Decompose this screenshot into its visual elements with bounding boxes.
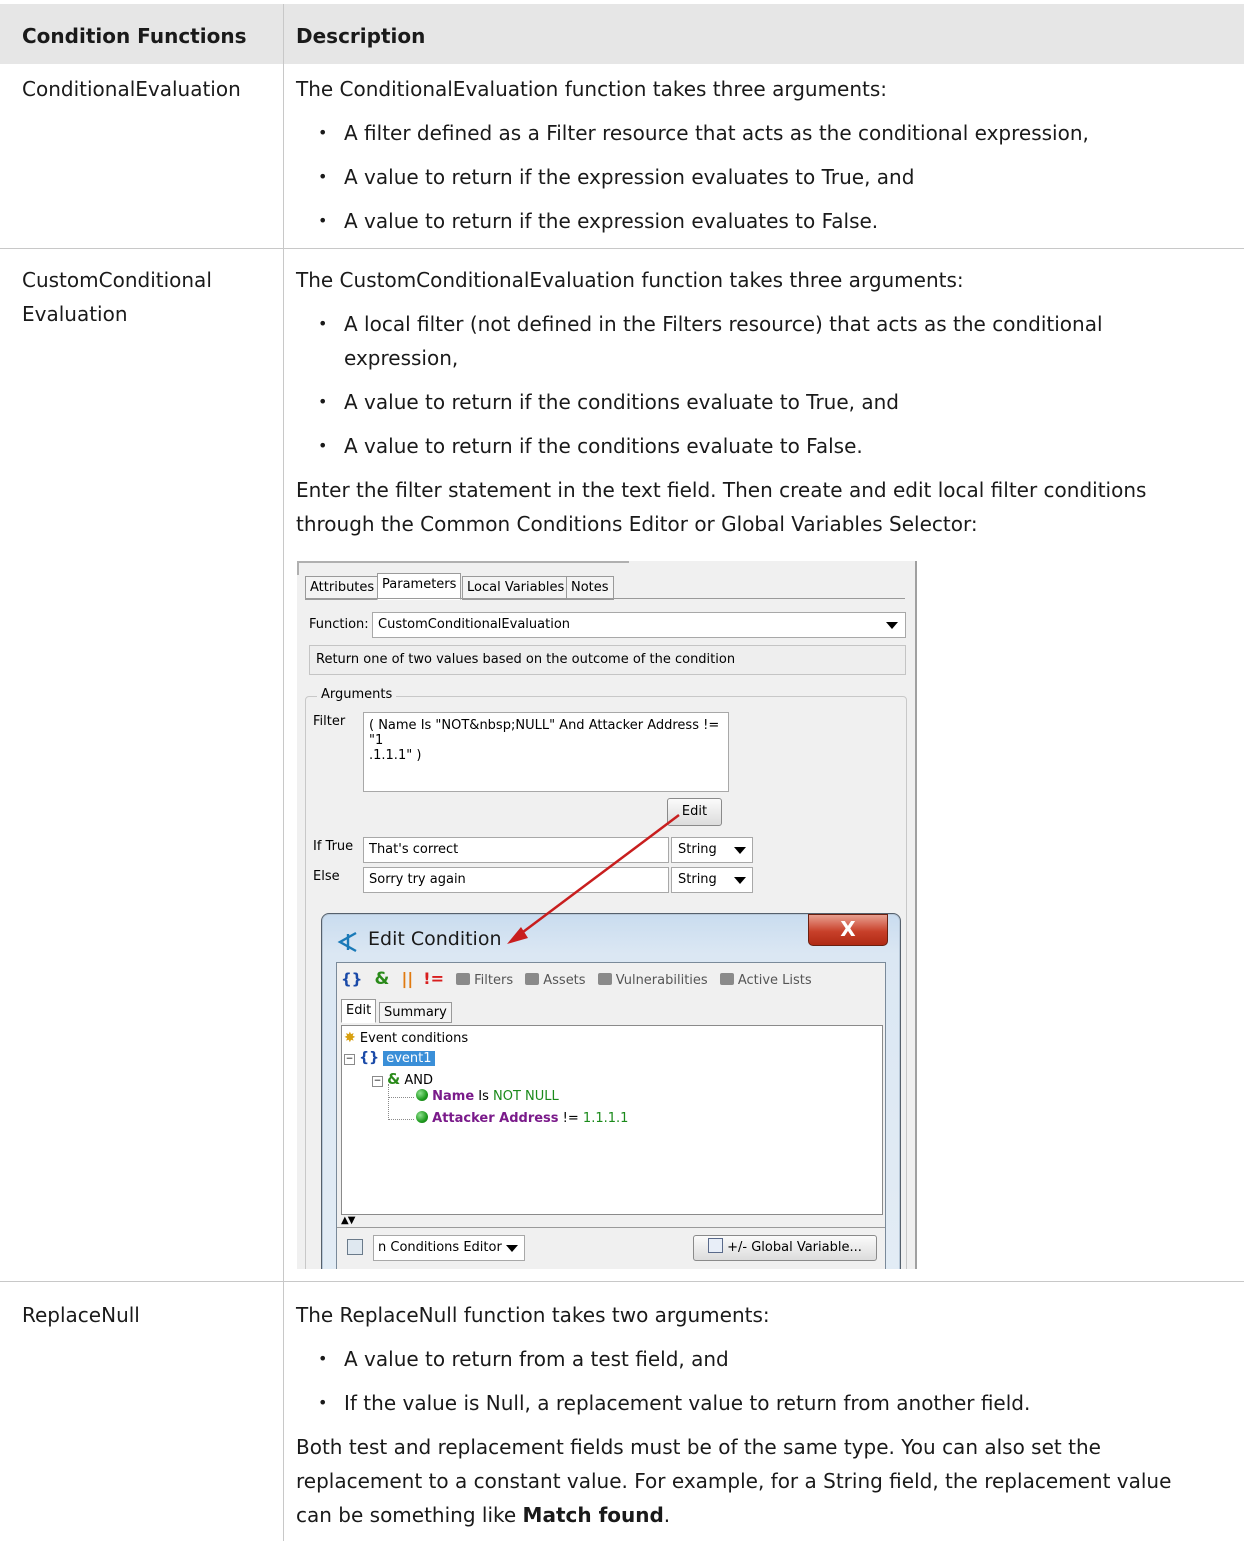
function-name-line2: Evaluation xyxy=(22,302,128,326)
argument-list: A value to return from a test field, and… xyxy=(296,1342,1226,1420)
condition-editor-screenshot: Attributes Parameters Local Variables No… xyxy=(297,561,917,1269)
row-divider xyxy=(0,1281,1244,1282)
list-item: If the value is Null, a replacement valu… xyxy=(296,1386,1226,1420)
description-intro: The CustomConditionalEvaluation function… xyxy=(296,268,964,292)
description-after: Both test and replacement fields must be… xyxy=(296,1430,1226,1532)
header-description: Description xyxy=(296,24,426,48)
argument-list: A local filter (not defined in the Filte… xyxy=(296,307,1226,463)
document: Condition Functions Description Conditio… xyxy=(0,0,1244,1541)
description-after: Enter the filter statement in the text f… xyxy=(296,478,1147,536)
list-item: A value to return if the expression eval… xyxy=(296,204,1226,238)
row-divider xyxy=(0,248,1244,249)
column-divider xyxy=(283,4,284,1541)
description-after-text: Both test and replacement fields must be… xyxy=(296,1435,1172,1527)
function-name: CustomConditional Evaluation xyxy=(22,263,212,331)
description-after-end: . xyxy=(663,1503,671,1527)
description-intro: The ReplaceNull function takes two argum… xyxy=(296,1303,770,1327)
function-name-line1: CustomConditional xyxy=(22,268,212,292)
header-condition-functions: Condition Functions xyxy=(22,24,247,48)
list-item: A local filter (not defined in the Filte… xyxy=(296,307,1226,375)
function-description: The ConditionalEvaluation function takes… xyxy=(296,72,1226,238)
argument-list: A filter defined as a Filter resource th… xyxy=(296,116,1226,238)
function-name: ReplaceNull xyxy=(22,1303,140,1327)
list-item: A filter defined as a Filter resource th… xyxy=(296,116,1226,150)
list-item: A value to return if the expression eval… xyxy=(296,160,1226,194)
list-item: A value to return if the conditions eval… xyxy=(296,385,1226,419)
list-item: A value to return from a test field, and xyxy=(296,1342,1226,1376)
function-name: ConditionalEvaluation xyxy=(22,77,241,101)
example-value: Match found xyxy=(522,1503,664,1527)
description-intro: The ConditionalEvaluation function takes… xyxy=(296,77,888,101)
function-description: The CustomConditionalEvaluation function… xyxy=(296,263,1226,541)
list-item: A value to return if the conditions eval… xyxy=(296,429,1226,463)
function-description: The ReplaceNull function takes two argum… xyxy=(296,1298,1226,1532)
callout-arrow xyxy=(507,814,680,944)
table-header: Condition Functions Description xyxy=(0,4,1244,64)
